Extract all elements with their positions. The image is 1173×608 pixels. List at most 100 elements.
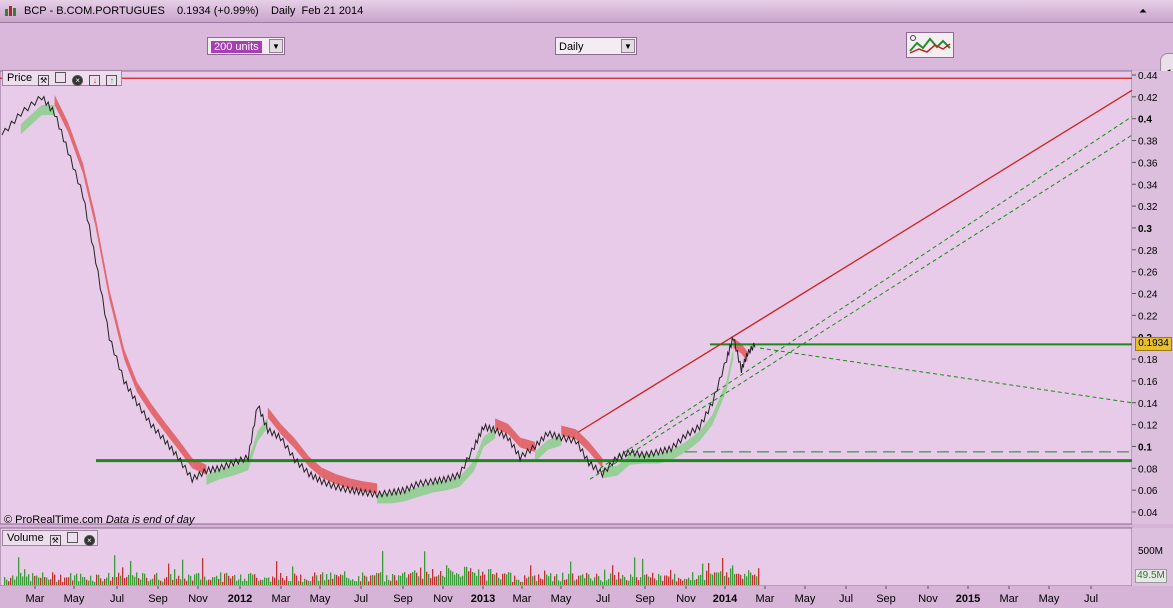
volume-bar <box>108 572 110 585</box>
volume-bar <box>756 576 758 585</box>
volume-bar <box>730 568 732 585</box>
y-tick-label: 0.38 <box>1138 137 1158 148</box>
volume-bar <box>128 574 130 585</box>
volume-bar <box>732 565 734 585</box>
volume-bar <box>582 574 584 585</box>
trend-tools-button[interactable] <box>906 32 954 58</box>
volume-bar <box>150 579 152 585</box>
window-icon[interactable] <box>55 72 67 83</box>
volume-bar <box>62 581 64 585</box>
volume-bar <box>60 574 62 585</box>
volume-bar <box>702 563 704 585</box>
volume-bar <box>314 572 316 585</box>
volume-bar <box>120 575 122 585</box>
volume-bar <box>352 579 354 585</box>
volume-bar <box>152 578 154 585</box>
x-tick-label: Sep <box>635 593 655 605</box>
wrench-icon[interactable]: ⚒ <box>38 75 50 86</box>
volume-bar <box>612 565 614 585</box>
volume-bar <box>506 574 508 585</box>
volume-bar <box>406 577 408 585</box>
title-bar: BCP - B.COM.PORTUGUES 0.1934 (+0.99%) Da… <box>0 0 1173 23</box>
x-tick-label: May <box>1039 593 1060 605</box>
volume-bar <box>422 578 424 585</box>
volume-bar <box>434 576 436 585</box>
volume-bar <box>130 560 132 585</box>
move-down-icon[interactable]: ↓ <box>89 75 101 86</box>
x-axis-bg <box>0 586 1173 608</box>
volume-bar <box>482 571 484 585</box>
volume-bar <box>402 573 404 585</box>
y-tick-label: 0.14 <box>1138 399 1158 410</box>
volume-bar <box>598 576 600 585</box>
volume-bar <box>622 575 624 585</box>
volume-bar <box>396 580 398 585</box>
volume-bar <box>94 581 96 585</box>
x-tick-label: Mar <box>1000 593 1019 605</box>
volume-bar <box>728 577 730 585</box>
volume-axis-label: 500M <box>1138 546 1164 557</box>
volume-bar <box>248 573 250 585</box>
volume-bar <box>614 574 616 585</box>
volume-bar <box>4 577 6 585</box>
chevron-down-icon[interactable]: ▼ <box>269 39 283 53</box>
volume-bar <box>162 581 164 585</box>
volume-bar <box>176 578 178 585</box>
volume-bar <box>372 574 374 585</box>
x-tick-label: May <box>310 593 331 605</box>
volume-bar <box>502 573 504 585</box>
period-dropdown[interactable]: Daily ▼ <box>555 37 637 55</box>
volume-bar <box>360 581 362 585</box>
volume-bar <box>28 574 30 585</box>
volume-bar <box>156 572 158 585</box>
price-panel-bg <box>0 70 1133 525</box>
volume-panel-bg <box>0 527 1133 587</box>
volume-bar <box>638 580 640 585</box>
volume-bar <box>456 573 458 585</box>
volume-bar <box>696 579 698 585</box>
window-icon[interactable] <box>66 532 78 543</box>
volume-bar <box>580 575 582 585</box>
volume-bar <box>48 579 50 585</box>
units-dropdown[interactable]: 200 units ▼ <box>207 37 285 55</box>
volume-bar <box>286 576 288 585</box>
volume-bar <box>576 579 578 585</box>
volume-bar <box>546 574 548 585</box>
volume-bar <box>10 577 12 585</box>
volume-bar <box>490 569 492 585</box>
volume-bar <box>112 577 114 585</box>
volume-bar <box>266 578 268 585</box>
volume-bar <box>82 577 84 585</box>
volume-bar <box>508 572 510 585</box>
volume-bar <box>588 574 590 585</box>
volume-bar <box>324 580 326 585</box>
collapse-up-icon[interactable]: ⏶ <box>1139 6 1147 17</box>
volume-bar <box>278 579 280 585</box>
volume-bar <box>566 579 568 585</box>
volume-bar <box>356 581 358 585</box>
volume-bar <box>184 578 186 585</box>
volume-bar <box>410 573 412 585</box>
close-icon[interactable]: × <box>83 535 95 546</box>
volume-bar <box>586 572 588 585</box>
volume-bar <box>202 558 204 585</box>
volume-bar <box>644 574 646 585</box>
move-up-icon[interactable]: ↑ <box>106 75 118 86</box>
volume-bar <box>390 580 392 585</box>
volume-bar <box>326 574 328 585</box>
volume-bar <box>198 573 200 585</box>
volume-bar <box>662 580 664 585</box>
wrench-icon[interactable]: ⚒ <box>49 535 61 546</box>
volume-bar <box>308 580 310 585</box>
chart-area[interactable]: 0.44 0.42 0.4 0.38 0.36 0.34 0.32 0.3 0.28 0.26 0.… <box>0 69 1173 608</box>
volume-bar <box>196 573 198 585</box>
volume-bar <box>320 574 322 585</box>
volume-bar <box>354 580 356 585</box>
volume-bar <box>346 577 348 585</box>
volume-bar <box>232 576 234 585</box>
volume-bar <box>742 578 744 585</box>
close-icon[interactable]: × <box>72 75 84 86</box>
chevron-down-icon[interactable]: ▼ <box>621 39 635 53</box>
volume-bar <box>534 575 536 585</box>
volume-bar <box>6 579 8 585</box>
